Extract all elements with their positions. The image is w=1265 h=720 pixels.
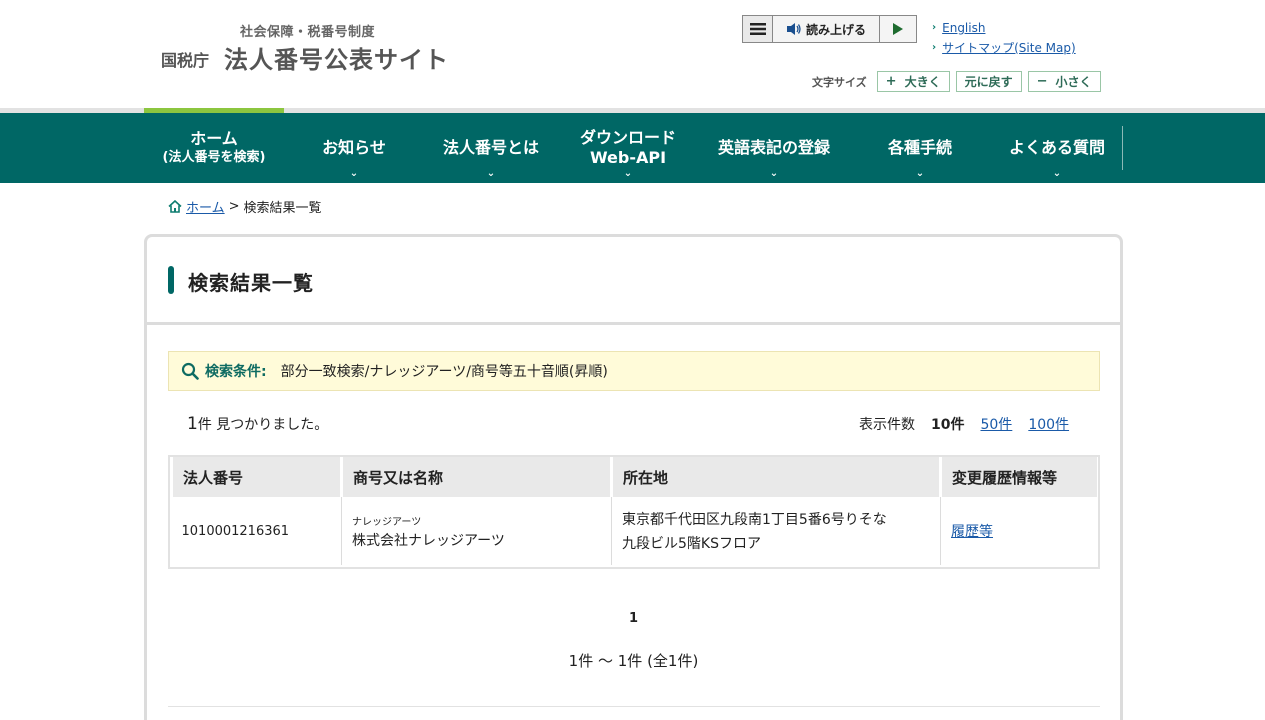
company-name: 株式会社ナレッジアーツ — [352, 532, 505, 549]
nav-item-download[interactable]: ダウンロード Web-API ⌄ — [558, 113, 698, 183]
chevron-right-icon: › — [932, 22, 937, 33]
pagination: 1 — [147, 611, 1120, 626]
col-header-name: 商号又は名称 — [340, 457, 612, 497]
nav-label: お知らせ — [322, 138, 386, 157]
pager-current-page: 1 — [628, 611, 639, 626]
nav-sublabel: (法人番号を検索) — [162, 150, 266, 165]
chevron-right-icon: › — [932, 42, 937, 53]
result-count-number: 1 — [187, 414, 198, 434]
play-icon — [893, 23, 903, 35]
english-link-item: › English — [932, 18, 1076, 38]
nav-label: Web-API — [589, 148, 667, 167]
col-header-address: 所在地 — [610, 457, 941, 497]
title-accent — [168, 266, 174, 294]
nav-item-home[interactable]: ホーム (法人番号を検索) — [144, 113, 284, 183]
panel-header: 検索結果一覧 — [147, 237, 1120, 325]
site-logo[interactable]: 法人番号公表サイト — [224, 40, 449, 75]
site-header: 社会保障・税番号制度 国税庁 法人番号公表サイト 読み上げる › English… — [0, 0, 1265, 108]
chevron-down-icon: ⌄ — [915, 168, 925, 179]
nav-divider — [1122, 126, 1123, 170]
read-aloud-menu-button[interactable] — [743, 16, 773, 42]
logo-subtitle: 社会保障・税番号制度 — [240, 25, 376, 40]
col-header-number: 法人番号 — [170, 457, 342, 497]
chevron-down-icon: ⌄ — [349, 168, 359, 179]
menu-icon — [749, 23, 766, 35]
logo-agency: 国税庁 — [161, 51, 210, 70]
chevron-down-icon: ⌄ — [1052, 168, 1062, 179]
search-condition-value: 部分一致検索/ナレッジアーツ/商号等五十音順(昇順) — [280, 364, 608, 380]
nav-item-procedures[interactable]: 各種手続 ⌄ — [850, 113, 990, 183]
cell-company-name: ナレッジアーツ 株式会社ナレッジアーツ — [341, 497, 612, 565]
table-row: 1010001216361 ナレッジアーツ 株式会社ナレッジアーツ 東京都千代田… — [171, 497, 1098, 565]
cell-corporate-number: 1010001216361 — [171, 497, 342, 565]
address-line-2: 九段ビル5階KSフロア — [622, 536, 761, 552]
per-page-100-link[interactable]: 100件 — [1028, 414, 1069, 434]
font-larger-label: 大きく — [904, 75, 941, 89]
font-smaller-label: 小さく — [1055, 75, 1092, 89]
per-page-50-link[interactable]: 50件 — [980, 414, 1012, 434]
breadcrumb-current: 検索結果一覧 — [243, 201, 322, 216]
nav-label: 各種手続 — [887, 138, 952, 157]
font-reset-label: 元に戻す — [964, 75, 1013, 89]
address-line-1: 東京都千代田区九段南1丁目5番6号りそな — [622, 512, 887, 528]
search-icon — [181, 362, 199, 380]
per-page-selector: 表示件数 10件 50件 100件 — [859, 414, 1069, 434]
font-size-controls: 文字サイズ + 大きく 元に戻す − 小さく — [812, 71, 1101, 92]
sitemap-link-item: › サイトマップ(Site Map) — [932, 38, 1076, 58]
play-button[interactable] — [880, 16, 916, 42]
font-smaller-button[interactable]: − 小さく — [1027, 71, 1101, 92]
nav-item-faq[interactable]: よくある質問 ⌄ — [990, 113, 1124, 183]
global-nav: ホーム (法人番号を検索) お知らせ ⌄ 法人番号とは ⌄ ダウンロード Web… — [0, 113, 1265, 183]
font-size-label: 文字サイズ — [812, 75, 867, 89]
table-header-row: 法人番号 商号又は名称 所在地 変更履歴情報等 — [170, 457, 1098, 497]
plus-icon: + — [885, 74, 897, 89]
home-icon — [168, 200, 182, 213]
results-table: 法人番号 商号又は名称 所在地 変更履歴情報等 1010001216361 ナレ… — [168, 455, 1100, 569]
chevron-down-icon: ⌄ — [486, 168, 496, 179]
sitemap-link[interactable]: サイトマップ(Site Map) — [942, 38, 1076, 58]
panel-divider — [168, 706, 1100, 707]
result-count: 1件 見つかりました。 — [187, 414, 328, 434]
per-page-current: 10件 — [931, 417, 965, 433]
company-name-kana: ナレッジアーツ — [352, 516, 422, 528]
nav-item-english-registration[interactable]: 英語表記の登録 ⌄ — [698, 113, 850, 183]
search-condition-box: 検索条件: 部分一致検索/ナレッジアーツ/商号等五十音順(昇順) — [168, 351, 1100, 391]
result-count-text: 件 見つかりました。 — [197, 417, 329, 433]
read-aloud-button[interactable]: 読み上げる — [773, 16, 880, 42]
col-header-history: 変更履歴情報等 — [939, 457, 1098, 497]
read-aloud-bar: 読み上げる — [742, 15, 917, 43]
nav-label: 英語表記の登録 — [717, 138, 830, 157]
cell-history: 履歴等 — [941, 497, 1098, 565]
result-range: 1件 ～ 1件 (全1件) — [568, 652, 699, 670]
breadcrumb-separator: > — [228, 199, 240, 214]
font-larger-button[interactable]: + 大きく — [876, 71, 950, 92]
nav-item-about[interactable]: 法人番号とは ⌄ — [424, 113, 558, 183]
chevron-down-icon: ⌄ — [769, 168, 779, 179]
nav-item-news[interactable]: お知らせ ⌄ — [284, 113, 424, 183]
page-title: 検索結果一覧 — [188, 271, 314, 295]
minus-icon: − — [1036, 74, 1048, 89]
per-page-label: 表示件数 — [859, 417, 915, 433]
breadcrumb: ホーム > 検索結果一覧 — [168, 197, 322, 216]
nav-label: ダウンロード — [579, 128, 676, 147]
font-reset-button[interactable]: 元に戻す — [955, 71, 1022, 92]
speaker-icon — [786, 23, 801, 35]
breadcrumb-home-link[interactable]: ホーム — [186, 197, 225, 216]
nav-label: 法人番号とは — [442, 138, 539, 157]
history-link[interactable]: 履歴等 — [951, 524, 993, 540]
search-condition-label: 検索条件: — [205, 364, 267, 380]
cell-address: 東京都千代田区九段南1丁目5番6号りそな 九段ビル5階KSフロア — [611, 497, 941, 565]
nav-label: よくある質問 — [1008, 138, 1105, 157]
chevron-down-icon: ⌄ — [623, 168, 633, 179]
nav-label: ホーム — [190, 129, 238, 148]
results-panel: 検索結果一覧 検索条件: 部分一致検索/ナレッジアーツ/商号等五十音順(昇順) … — [144, 234, 1123, 720]
read-aloud-label: 読み上げる — [805, 22, 866, 37]
top-links: › English › サイトマップ(Site Map) — [932, 18, 1076, 58]
english-link[interactable]: English — [942, 18, 985, 38]
